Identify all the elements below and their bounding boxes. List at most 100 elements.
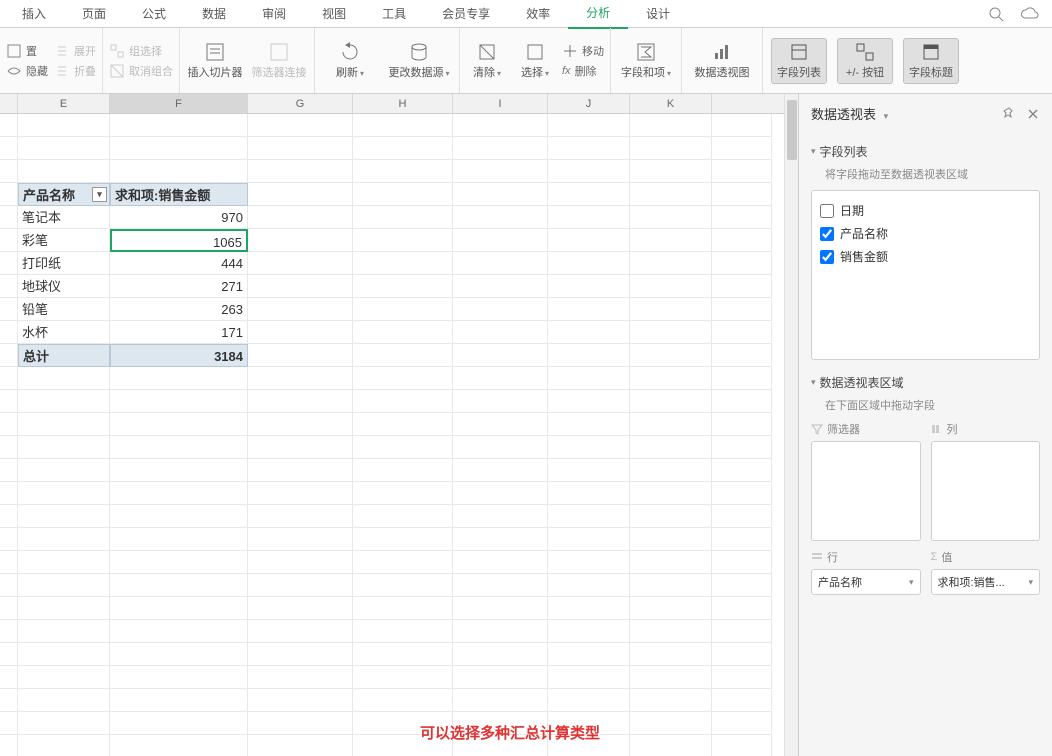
cell-bg[interactable]: [248, 206, 353, 229]
cell-bg[interactable]: [248, 597, 353, 620]
col-header-I[interactable]: I: [453, 94, 548, 113]
cell-bg[interactable]: [453, 597, 548, 620]
col-header-H[interactable]: H: [353, 94, 453, 113]
cell-bg[interactable]: [110, 666, 248, 689]
menu-item-3[interactable]: 数据: [184, 0, 244, 28]
field-item-2[interactable]: 销售金额: [820, 245, 1031, 268]
cell-bg[interactable]: [712, 275, 772, 298]
cell-bg[interactable]: [630, 367, 712, 390]
cell-bg[interactable]: [630, 643, 712, 666]
cell-bg[interactable]: [18, 482, 110, 505]
cell-bg[interactable]: [353, 344, 453, 367]
cell-bg[interactable]: [548, 321, 630, 344]
col-area[interactable]: [931, 441, 1041, 541]
cloud-icon[interactable]: [1012, 6, 1048, 22]
scrollbar-thumb[interactable]: [787, 100, 797, 160]
cell-bg[interactable]: [248, 620, 353, 643]
toggle-field-headers[interactable]: 字段标题: [903, 38, 959, 84]
change-source-button[interactable]: 更改数据源▾: [385, 32, 453, 90]
cell-bg[interactable]: [248, 436, 353, 459]
cell-bg[interactable]: [630, 275, 712, 298]
cell-bg[interactable]: [712, 574, 772, 597]
cell-bg[interactable]: [18, 597, 110, 620]
cell-bg[interactable]: [110, 390, 248, 413]
ribbon-hide[interactable]: 隐藏: [6, 63, 48, 79]
cell-bg[interactable]: [712, 528, 772, 551]
cell-bg[interactable]: [712, 551, 772, 574]
pivot-row-name-1[interactable]: 彩笔: [18, 229, 110, 252]
cell-bg[interactable]: [353, 528, 453, 551]
cell-bg[interactable]: [712, 390, 772, 413]
cell-bg[interactable]: [712, 666, 772, 689]
cell-bg[interactable]: [453, 390, 548, 413]
cell-bg[interactable]: [110, 413, 248, 436]
cell-bg[interactable]: [248, 505, 353, 528]
cell-bg[interactable]: [0, 459, 18, 482]
cell-bg[interactable]: [353, 298, 453, 321]
cell-bg[interactable]: [630, 252, 712, 275]
cell-bg[interactable]: [453, 413, 548, 436]
cell-bg[interactable]: [353, 505, 453, 528]
col-header-gutter[interactable]: [0, 94, 18, 113]
cell-bg[interactable]: [110, 160, 248, 183]
cell-bg[interactable]: [630, 459, 712, 482]
cell-bg[interactable]: [630, 689, 712, 712]
cell-bg[interactable]: [712, 597, 772, 620]
cell-bg[interactable]: [548, 413, 630, 436]
cell-bg[interactable]: [712, 482, 772, 505]
cell-bg[interactable]: [0, 735, 18, 756]
cell-bg[interactable]: [248, 275, 353, 298]
cell-bg[interactable]: [248, 344, 353, 367]
cell-bg[interactable]: [548, 390, 630, 413]
cell-bg[interactable]: [110, 436, 248, 459]
cell-bg[interactable]: [18, 367, 110, 390]
cell-bg[interactable]: [18, 735, 110, 756]
cell-bg[interactable]: [248, 367, 353, 390]
pivot-row-name-2[interactable]: 打印纸: [18, 252, 110, 275]
cell-bg[interactable]: [18, 666, 110, 689]
cell-bg[interactable]: [548, 689, 630, 712]
cell-bg[interactable]: [630, 436, 712, 459]
cell-bg[interactable]: [453, 459, 548, 482]
cell-bg[interactable]: [630, 505, 712, 528]
cell-bg[interactable]: [548, 229, 630, 252]
cell-bg[interactable]: [353, 482, 453, 505]
pivot-row-name-4[interactable]: 铅笔: [18, 298, 110, 321]
cell-bg[interactable]: [453, 528, 548, 551]
toggle-field-list[interactable]: 字段列表: [771, 38, 827, 84]
cell-bg[interactable]: [453, 298, 548, 321]
cell-bg[interactable]: [0, 528, 18, 551]
toggle-plus-minus[interactable]: +/- 按钮: [837, 38, 893, 84]
pivot-header-value[interactable]: 求和项:销售金额: [110, 183, 248, 206]
cell-bg[interactable]: [453, 275, 548, 298]
cell-bg[interactable]: [453, 229, 548, 252]
cell-bg[interactable]: [248, 160, 353, 183]
cell-bg[interactable]: [110, 137, 248, 160]
cell-bg[interactable]: [548, 114, 630, 137]
area-header[interactable]: ▾数据透视表区域: [811, 374, 1040, 391]
menu-item-4[interactable]: 审阅: [244, 0, 304, 28]
cell-bg[interactable]: [453, 137, 548, 160]
pivot-header-name[interactable]: 产品名称▾: [18, 183, 110, 206]
cell-bg[interactable]: [712, 643, 772, 666]
cell-bg[interactable]: [353, 436, 453, 459]
cell-bg[interactable]: [453, 482, 548, 505]
menu-item-2[interactable]: 公式: [124, 0, 184, 28]
cell-bg[interactable]: [548, 620, 630, 643]
cell-bg[interactable]: [453, 367, 548, 390]
cell-bg[interactable]: [18, 643, 110, 666]
cell-bg[interactable]: [712, 114, 772, 137]
cell-bg[interactable]: [0, 298, 18, 321]
cell-bg[interactable]: [18, 413, 110, 436]
cell-bg[interactable]: [712, 183, 772, 206]
field-checkbox-0[interactable]: [820, 204, 834, 218]
filter-dropdown-button[interactable]: ▾: [92, 187, 107, 202]
cell-bg[interactable]: [548, 344, 630, 367]
col-header-J[interactable]: J: [548, 94, 630, 113]
cell-bg[interactable]: [0, 229, 18, 252]
cell-bg[interactable]: [248, 114, 353, 137]
cell-bg[interactable]: [0, 390, 18, 413]
cell-bg[interactable]: [548, 528, 630, 551]
cell-bg[interactable]: [110, 505, 248, 528]
row-area[interactable]: 产品名称▾: [811, 569, 921, 595]
